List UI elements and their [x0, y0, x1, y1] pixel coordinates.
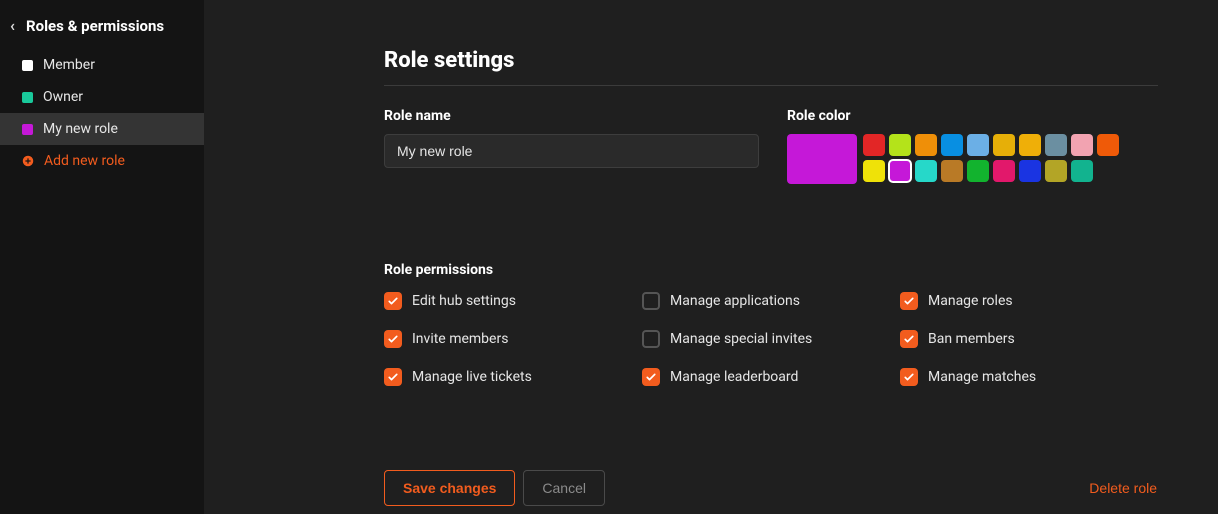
color-swatch[interactable] [1019, 134, 1041, 156]
color-swatch[interactable] [1071, 160, 1093, 182]
role-name-input[interactable] [384, 134, 759, 168]
role-name-group: Role name [384, 108, 759, 184]
color-swatch[interactable] [967, 160, 989, 182]
role-color-group: Role color [787, 108, 1119, 184]
permission-label: Invite members [412, 331, 508, 347]
permission-label: Manage leaderboard [670, 369, 798, 385]
permission-label: Ban members [928, 331, 1015, 347]
permission-checkbox[interactable] [642, 330, 660, 348]
color-swatch[interactable] [915, 160, 937, 182]
role-item-label: Owner [43, 89, 83, 105]
sidebar-role-item[interactable]: My new role [0, 113, 204, 145]
delete-role-button[interactable]: Delete role [1088, 470, 1158, 506]
permission-checkbox[interactable] [900, 292, 918, 310]
color-swatch[interactable] [941, 160, 963, 182]
sidebar: ‹ Roles & permissions Member Owner My new … [0, 0, 204, 514]
color-swatch[interactable] [889, 160, 911, 182]
permission-label: Manage roles [928, 293, 1013, 309]
color-swatch[interactable] [1019, 160, 1041, 182]
sidebar-role-item[interactable]: Member [0, 49, 204, 81]
permission-item: Manage special invites [642, 330, 900, 348]
sidebar-title: Roles & permissions [26, 17, 164, 35]
color-swatch[interactable] [889, 134, 911, 156]
permission-label: Manage special invites [670, 331, 812, 347]
role-item-label: My new role [43, 121, 118, 137]
permissions-label: Role permissions [384, 262, 1158, 278]
color-swatch[interactable] [1071, 134, 1093, 156]
role-color-swatch [22, 124, 33, 135]
permissions-section: Role permissions Edit hub settings Manage… [384, 262, 1158, 386]
role-color-swatch [22, 92, 33, 103]
save-button[interactable]: Save changes [384, 470, 515, 506]
color-swatch[interactable] [941, 134, 963, 156]
permission-item: Manage matches [900, 368, 1158, 386]
permission-label: Edit hub settings [412, 293, 516, 309]
main-content: Role settings Role name Role color Role … [204, 0, 1218, 514]
color-swatch[interactable] [993, 134, 1015, 156]
color-swatch[interactable] [1045, 134, 1067, 156]
role-item-label: Member [43, 57, 95, 73]
sidebar-header[interactable]: ‹ Roles & permissions [0, 16, 204, 49]
permission-item: Invite members [384, 330, 642, 348]
permission-checkbox[interactable] [642, 368, 660, 386]
color-swatch[interactable] [1045, 160, 1067, 182]
cancel-button[interactable]: Cancel [523, 470, 605, 506]
current-color-swatch [787, 134, 857, 184]
permission-label: Manage matches [928, 369, 1036, 385]
back-icon: ‹ [10, 16, 18, 35]
permission-item: Manage live tickets [384, 368, 642, 386]
permission-checkbox[interactable] [384, 368, 402, 386]
role-name-label: Role name [384, 108, 759, 124]
permission-checkbox[interactable] [384, 292, 402, 310]
permission-item: Edit hub settings [384, 292, 642, 310]
color-swatch[interactable] [993, 160, 1015, 182]
plus-circle-icon [22, 155, 34, 167]
footer-actions: Save changes Cancel Delete role [384, 470, 1158, 506]
permission-item: Ban members [900, 330, 1158, 348]
permission-item: Manage applications [642, 292, 900, 310]
permission-label: Manage applications [670, 293, 800, 309]
color-swatch[interactable] [863, 134, 885, 156]
permission-item: Manage leaderboard [642, 368, 900, 386]
permission-checkbox[interactable] [642, 292, 660, 310]
permission-checkbox[interactable] [384, 330, 402, 348]
color-swatch[interactable] [915, 134, 937, 156]
add-role-button[interactable]: Add new role [0, 145, 204, 177]
page-title: Role settings [384, 48, 1158, 73]
role-color-swatch [22, 60, 33, 71]
permission-checkbox[interactable] [900, 368, 918, 386]
permission-checkbox[interactable] [900, 330, 918, 348]
color-swatch[interactable] [1097, 134, 1119, 156]
role-color-label: Role color [787, 108, 1119, 124]
sidebar-role-item[interactable]: Owner [0, 81, 204, 113]
permission-label: Manage live tickets [412, 369, 532, 385]
title-divider [384, 85, 1158, 86]
color-swatch[interactable] [967, 134, 989, 156]
permission-item: Manage roles [900, 292, 1158, 310]
color-swatch[interactable] [863, 160, 885, 182]
color-picker [787, 134, 1119, 184]
add-role-label: Add new role [44, 153, 125, 169]
